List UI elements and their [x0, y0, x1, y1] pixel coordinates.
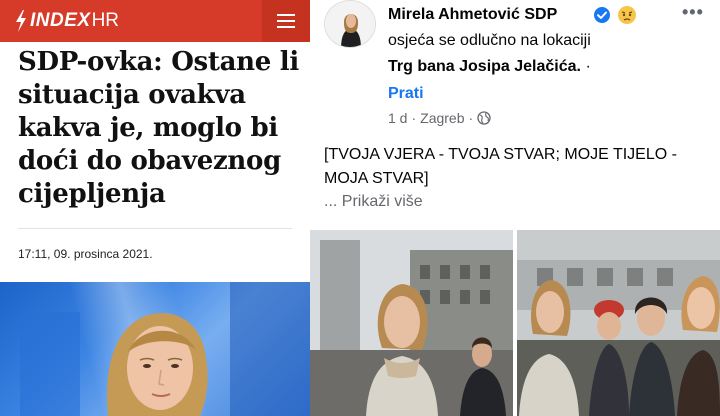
index-logo[interactable]: INDEX HR	[14, 9, 119, 33]
post-feeling-text: osjeća se odlučno na lokaciji	[388, 32, 591, 49]
author-avatar[interactable]	[324, 0, 376, 48]
index-header: INDEX HR	[0, 0, 310, 42]
follow-button[interactable]: Prati	[388, 85, 424, 103]
article-date: 17:11, 09. prosinca 2021.	[18, 247, 153, 261]
determined-face-emoji	[618, 6, 636, 24]
post-body-text: [TVOJA VJERA - TVOJA STVAR; MOJE TIJELO …	[324, 146, 677, 187]
meta-separator: ·	[468, 110, 474, 126]
index-article-panel: INDEX HR SDP-ovka: Ostane li situacija o…	[0, 0, 310, 416]
lightning-bolt-icon	[16, 10, 26, 32]
post-photo-2[interactable]	[517, 230, 720, 416]
post-city: Zagreb	[420, 110, 465, 126]
post-location-name[interactable]: Trg bana Josipa Jelačića.	[388, 58, 581, 75]
index-brand-text: INDEX	[30, 10, 91, 31]
more-options-icon[interactable]: •••	[682, 2, 704, 23]
globe-icon	[477, 111, 491, 125]
post-location[interactable]: Trg bana Josipa Jelačića. ·	[388, 58, 591, 76]
crowd-scene-image	[517, 230, 720, 416]
street-scene-image	[310, 230, 513, 416]
meta-separator: ·	[411, 110, 417, 126]
article-headline[interactable]: SDP-ovka: Ostane li situacija ovakva kak…	[18, 46, 303, 211]
post-meta: 1 d · Zagreb ·	[388, 110, 491, 126]
see-more-link[interactable]: ... Prikaži više	[324, 193, 423, 211]
verified-badge-icon	[594, 7, 610, 23]
avatar-portrait-image	[325, 1, 375, 47]
article-photo[interactable]	[0, 282, 310, 416]
post-time[interactable]: 1 d	[388, 110, 407, 126]
hamburger-menu-button[interactable]	[262, 0, 310, 42]
index-brand-suffix: HR	[91, 10, 120, 31]
post-author-name[interactable]: Mirela Ahmetović SDP	[388, 6, 557, 24]
woman-portrait-image	[20, 282, 310, 416]
hamburger-menu-icon	[277, 14, 295, 16]
location-separator: ·	[585, 58, 591, 75]
headline-divider	[18, 228, 292, 229]
post-photo-1[interactable]	[310, 230, 513, 416]
facebook-post-panel: Mirela Ahmetović SDP ••• osjeća se odluč…	[310, 0, 720, 416]
